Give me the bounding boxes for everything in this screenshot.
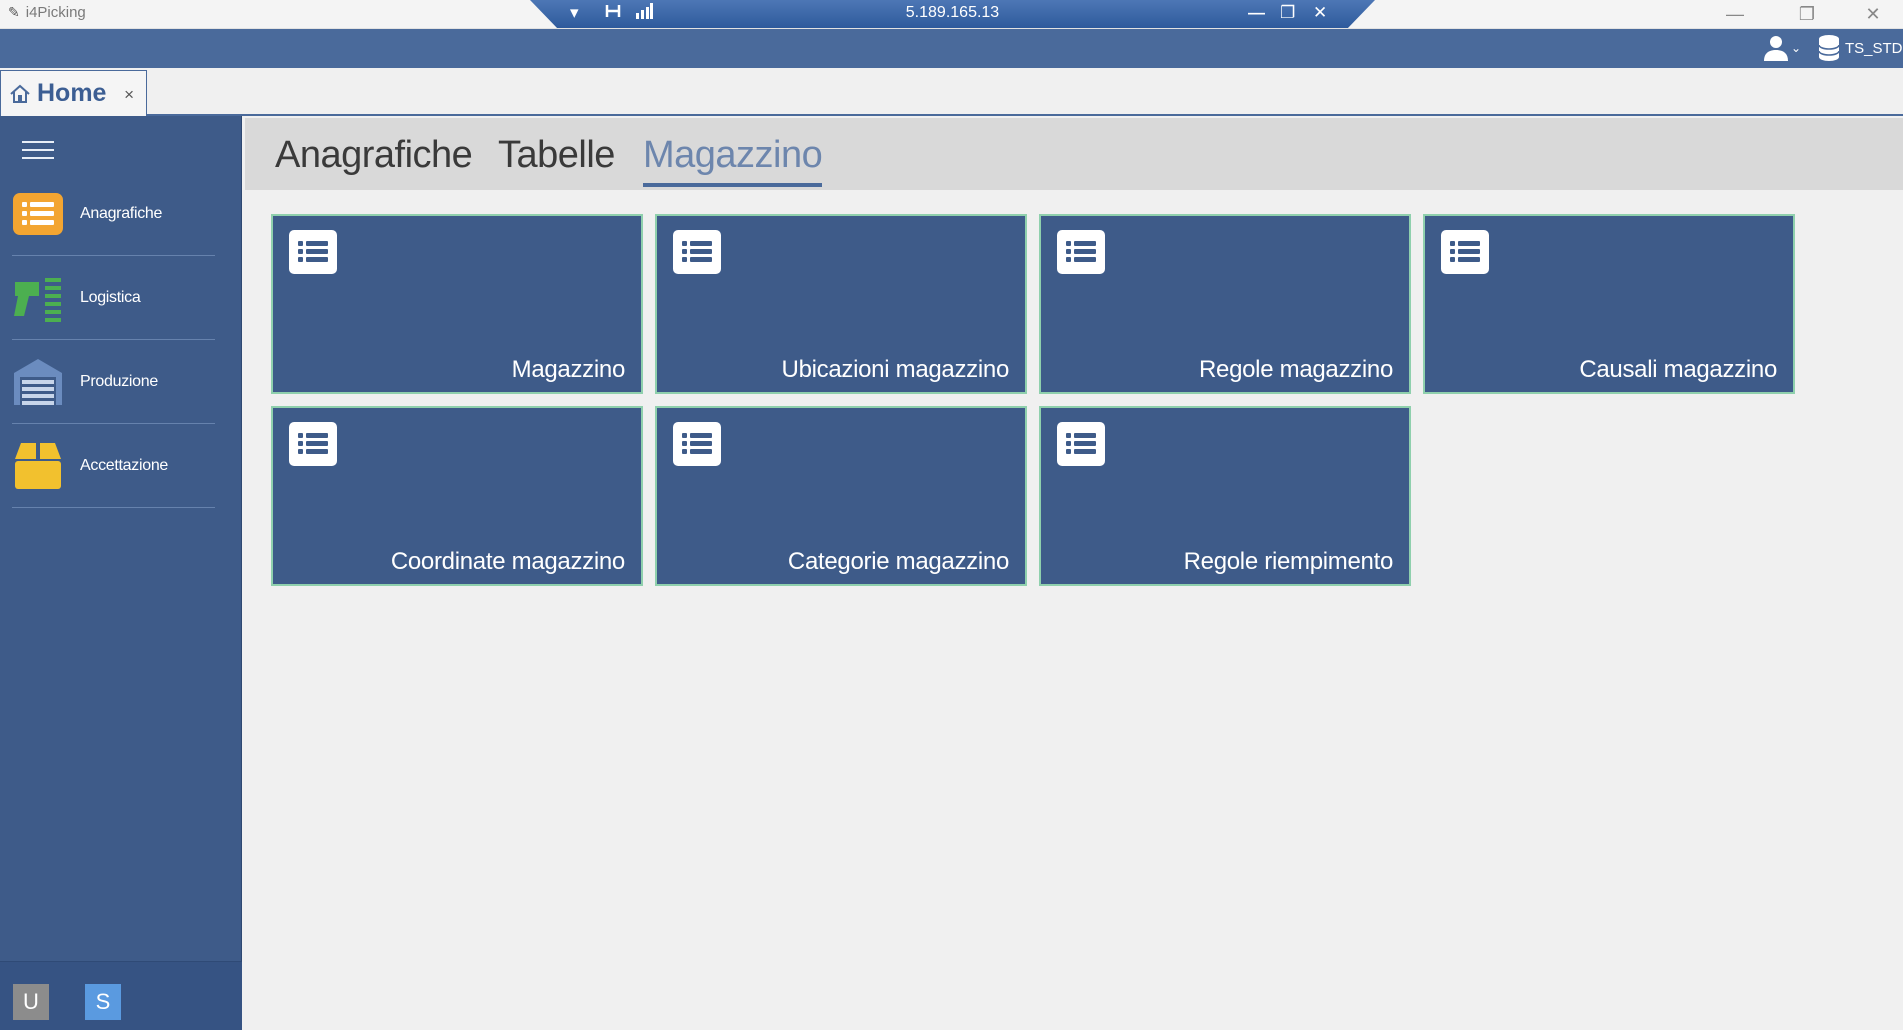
tab-anagrafiche[interactable]: Anagrafiche (275, 134, 473, 177)
app-logo-icon: ✎ (8, 4, 20, 20)
sidebar-item-logistica[interactable]: Logistica (12, 256, 215, 340)
document-tab-strip: Home × (0, 68, 1903, 116)
list-icon (1441, 230, 1489, 274)
tab-home[interactable]: Home × (0, 70, 147, 116)
tile-label: Ubicazioni magazzino (781, 356, 1010, 383)
app-title: ✎ i4Picking (8, 4, 86, 21)
sidebar: Anagrafiche Logistica Produzione Accetta… (0, 116, 242, 1030)
database-selector[interactable]: TS_STD (1819, 35, 1903, 61)
tab-close-button[interactable]: × (124, 85, 134, 105)
list-icon (12, 188, 64, 240)
user-u-button[interactable]: U (13, 984, 49, 1020)
sidebar-item-label: Produzione (80, 372, 158, 390)
tile-label: Magazzino (511, 356, 626, 383)
rdp-minimize-button[interactable]: — (1248, 3, 1265, 23)
close-window-button[interactable]: ✕ (1843, 0, 1903, 29)
tile-label: Regole magazzino (1199, 356, 1393, 383)
tile-categorie-magazzino[interactable]: Categorie magazzino (655, 406, 1027, 586)
list-icon (673, 422, 721, 466)
tile-magazzino[interactable]: Magazzino (271, 214, 643, 394)
list-icon (289, 230, 337, 274)
home-icon (10, 84, 30, 103)
tile-causali-magazzino[interactable]: Causali magazzino (1423, 214, 1795, 394)
remote-connection-bar: ▾ 5.189.165.13 — ❐ ✕ (530, 0, 1375, 28)
tile-ubicazioni-magazzino[interactable]: Ubicazioni magazzino (655, 214, 1027, 394)
app-title-text: i4Picking (25, 4, 86, 21)
sidebar-item-label: Anagrafiche (80, 204, 163, 222)
tile-regole-magazzino[interactable]: Regole magazzino (1039, 214, 1411, 394)
sidebar-item-label: Accettazione (80, 456, 169, 474)
tile-label: Regole riempimento (1183, 548, 1394, 575)
sidebar-item-label: Logistica (80, 288, 141, 306)
tab-home-label: Home (37, 79, 107, 107)
barcode-scanner-icon (12, 272, 64, 324)
box-icon (12, 440, 64, 492)
database-icon (1819, 35, 1839, 61)
sidebar-item-produzione[interactable]: Produzione (12, 340, 215, 424)
user-icon (1764, 36, 1788, 61)
tab-magazzino[interactable]: Magazzino (643, 134, 823, 177)
sidebar-item-accettazione[interactable]: Accettazione (12, 424, 215, 508)
list-icon (673, 230, 721, 274)
rdp-close-button[interactable]: ✕ (1313, 3, 1327, 23)
restore-button[interactable]: ❐ (1771, 0, 1843, 29)
rdp-restore-button[interactable]: ❐ (1280, 3, 1295, 23)
tab-tabelle[interactable]: Tabelle (498, 134, 615, 177)
minimize-button[interactable]: — (1699, 0, 1771, 29)
list-icon (1057, 230, 1105, 274)
database-label: TS_STD (1845, 39, 1903, 57)
sidebar-footer: U S (0, 961, 242, 1030)
user-s-button[interactable]: S (85, 984, 121, 1020)
chevron-down-icon: ⌄ (1791, 41, 1802, 55)
tile-label: Causali magazzino (1579, 356, 1777, 383)
user-menu[interactable]: ⌄ (1764, 35, 1801, 61)
hamburger-menu-icon[interactable] (22, 141, 54, 161)
sidebar-item-anagrafiche[interactable]: Anagrafiche (12, 172, 215, 256)
warehouse-icon (12, 356, 64, 408)
list-icon (289, 422, 337, 466)
tile-coordinate-magazzino[interactable]: Coordinate magazzino (271, 406, 643, 586)
ribbon-tab-bar: Anagrafiche Tabelle Magazzino (245, 118, 1903, 190)
list-icon (1057, 422, 1105, 466)
tile-label: Coordinate magazzino (390, 548, 625, 575)
tile-regole-riempimento[interactable]: Regole riempimento (1039, 406, 1411, 586)
tile-label: Categorie magazzino (787, 548, 1009, 575)
active-tab-indicator (643, 183, 822, 187)
app-header: ⌄ TS_STD (0, 29, 1903, 68)
